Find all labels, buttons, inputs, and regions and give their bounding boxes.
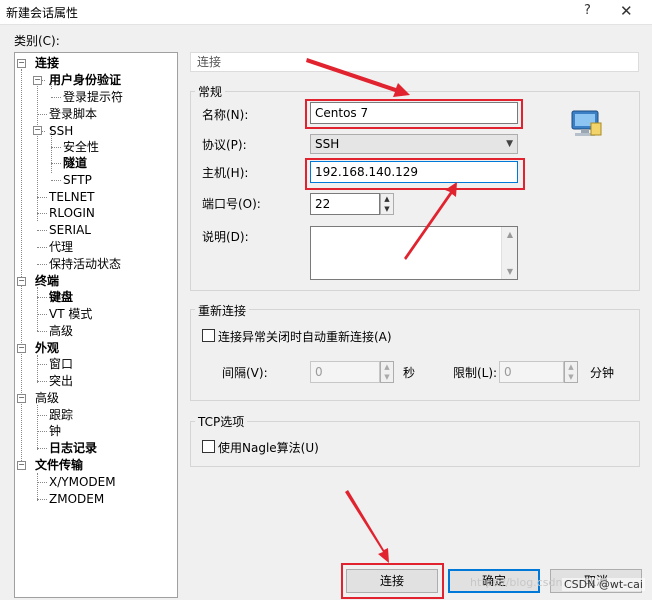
tree-item-proxy[interactable]: 代理	[49, 239, 73, 255]
description-field[interactable]: ▲ ▼	[310, 226, 518, 280]
tree-item-highlight[interactable]: 突出	[49, 373, 73, 389]
scroll-up-icon[interactable]: ▲	[502, 230, 518, 239]
tree-item-window[interactable]: 窗口	[49, 356, 73, 372]
tree-item-ssh[interactable]: SSH	[49, 123, 73, 139]
reconnect-group-title: 重新连接	[195, 302, 250, 319]
auto-reconnect-checkbox[interactable]	[202, 329, 215, 342]
collapse-icon[interactable]: −	[17, 277, 26, 286]
reconnect-group	[190, 309, 640, 401]
window-title: 新建会话属性	[6, 6, 79, 20]
limit-field[interactable]: 0	[499, 361, 564, 383]
protocol-select-value: SSH	[315, 137, 340, 151]
tree-item-connection[interactable]: 连接	[35, 55, 59, 71]
host-highlight-box	[305, 158, 525, 190]
collapse-icon[interactable]: −	[33, 76, 42, 85]
tree-item-security[interactable]: 安全性	[63, 139, 99, 155]
interval-field[interactable]: 0	[310, 361, 380, 383]
tree-item-bell[interactable]: 钟	[49, 423, 61, 439]
category-label: 类别(C):	[14, 34, 60, 48]
tree-item-keyboard[interactable]: 键盘	[49, 289, 73, 305]
chevron-down-icon: ▼	[506, 139, 513, 149]
description-label: 说明(D):	[202, 230, 249, 244]
tree-item-zmodem[interactable]: ZMODEM	[49, 491, 104, 507]
tree-item-authentication[interactable]: 用户身份验证	[49, 72, 121, 88]
nagle-checkbox[interactable]	[202, 440, 215, 453]
interval-stepper[interactable]: ▲ ▼	[380, 361, 394, 383]
title-bar: 新建会话属性 ? ✕	[0, 0, 652, 25]
interval-label: 间隔(V):	[222, 366, 268, 380]
chevron-up-icon[interactable]: ▲	[565, 362, 577, 372]
tree-item-rlogin[interactable]: RLOGIN	[49, 205, 95, 221]
general-group-title: 常规	[195, 83, 226, 100]
interval-unit: 秒	[403, 366, 416, 380]
tree-item-advanced[interactable]: 高级	[35, 390, 59, 406]
collapse-icon[interactable]: −	[17, 394, 26, 403]
limit-stepper[interactable]: ▲ ▼	[564, 361, 578, 383]
tree-item-keep-alive[interactable]: 保持活动状态	[49, 256, 121, 272]
tree-item-terminal[interactable]: 终端	[35, 273, 59, 289]
description-scrollbar[interactable]: ▲ ▼	[501, 227, 517, 279]
collapse-icon[interactable]: −	[17, 344, 26, 353]
tree-item-vt-mode[interactable]: VT 模式	[49, 306, 92, 322]
scroll-down-icon[interactable]: ▼	[502, 267, 518, 276]
auto-reconnect-label[interactable]: 连接异常关闭时自动重新连接(A)	[218, 328, 392, 345]
chevron-down-icon[interactable]: ▼	[381, 372, 393, 382]
port-stepper[interactable]: ▲ ▼	[380, 193, 394, 215]
category-tree[interactable]: − − − − − − − 连接 用户身份验证 登录提示符 登录脚本 SSH 安…	[14, 52, 178, 598]
name-highlight-box	[305, 99, 523, 129]
chevron-up-icon[interactable]: ▲	[381, 194, 393, 204]
collapse-icon[interactable]: −	[33, 126, 42, 135]
tree-item-trace[interactable]: 跟踪	[49, 407, 73, 423]
tree-item-tunnels[interactable]: 隧道	[63, 155, 87, 171]
close-button[interactable]: ✕	[620, 2, 633, 20]
limit-unit: 分钟	[590, 366, 615, 380]
nagle-label[interactable]: 使用Nagle算法(U)	[218, 439, 319, 456]
chevron-up-icon[interactable]: ▲	[381, 362, 393, 372]
host-label: 主机(H):	[202, 166, 249, 180]
tree-item-log-file[interactable]: 日志记录	[49, 440, 97, 456]
protocol-select[interactable]: SSH ▼	[310, 134, 518, 154]
panel-header: 连接	[190, 52, 639, 72]
csdn-badge: CSDN @wt-cai	[562, 578, 645, 591]
tree-item-login-script[interactable]: 登录脚本	[49, 106, 97, 122]
collapse-icon[interactable]: −	[17, 59, 26, 68]
collapse-icon[interactable]: −	[17, 461, 26, 470]
port-field[interactable]: 22	[310, 193, 380, 215]
tree-item-appearance[interactable]: 外观	[35, 340, 59, 356]
tree-item-terminal-advanced[interactable]: 高级	[49, 323, 73, 339]
connect-button[interactable]: 连接	[346, 569, 438, 593]
tree-item-file-transfer[interactable]: 文件传输	[35, 457, 83, 473]
tree-item-login-prompts[interactable]: 登录提示符	[63, 89, 123, 105]
tcp-group-title: TCP选项	[195, 413, 248, 430]
name-label: 名称(N):	[202, 108, 249, 122]
help-button[interactable]: ?	[584, 3, 591, 18]
tree-item-serial[interactable]: SERIAL	[49, 222, 91, 238]
protocol-label: 协议(P):	[202, 138, 247, 152]
session-computer-icon	[571, 110, 602, 136]
tree-item-telnet[interactable]: TELNET	[49, 189, 95, 205]
arrow-to-connect-button	[345, 490, 389, 563]
tree-item-sftp[interactable]: SFTP	[63, 172, 92, 188]
port-label: 端口号(O):	[202, 197, 261, 211]
chevron-down-icon[interactable]: ▼	[381, 204, 393, 214]
limit-label: 限制(L):	[453, 366, 498, 380]
tree-item-xymodem[interactable]: X/YMODEM	[49, 474, 116, 490]
chevron-down-icon[interactable]: ▼	[565, 372, 577, 382]
